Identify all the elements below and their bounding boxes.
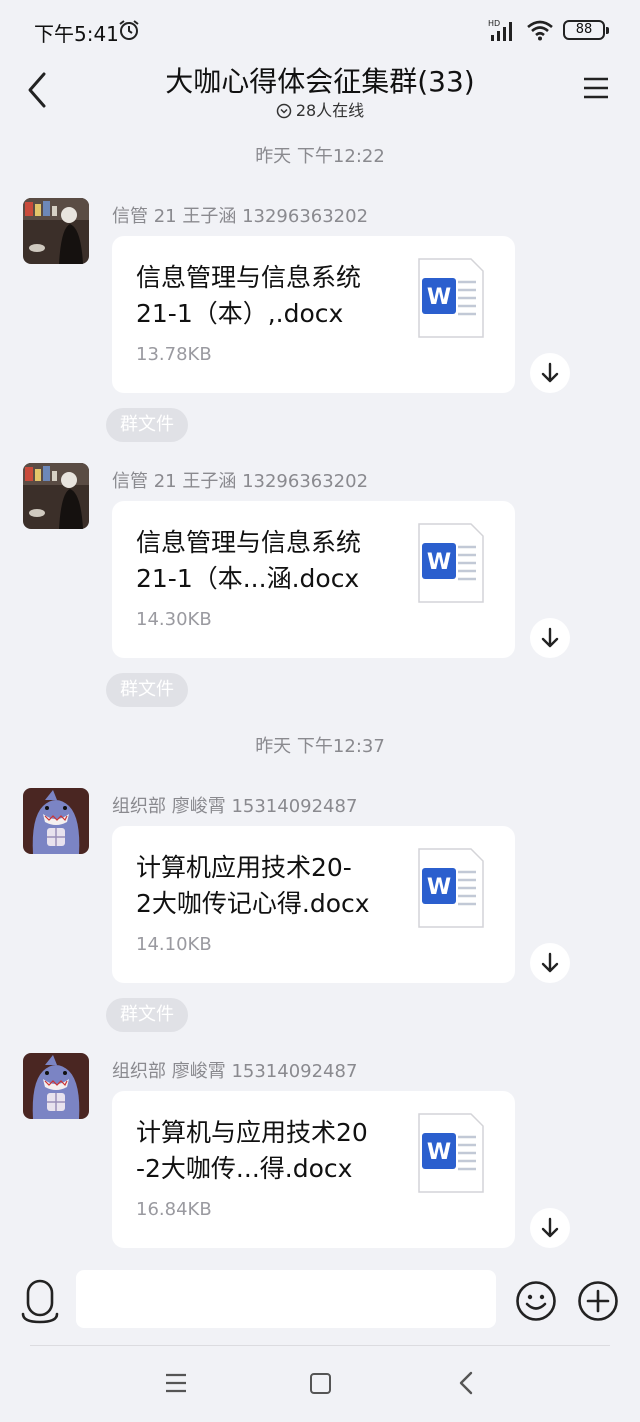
system-back-icon[interactable]: [456, 1371, 476, 1395]
chat-header: 大咖心得体会征集群(33) 28人在线: [0, 60, 640, 126]
avatar[interactable]: [23, 463, 89, 529]
file-name: 信息管理与信息系统 21-1（本...涵.docx: [136, 528, 362, 593]
avatar[interactable]: [23, 1053, 89, 1119]
svg-text:W: W: [427, 875, 451, 900]
file-card[interactable]: 信息管理与信息系统 21-1（本...涵.docx 14.30KB W: [112, 501, 515, 658]
status-bar: 下午5:41 HD 88: [0, 0, 640, 60]
file-size: 14.10KB: [136, 934, 212, 955]
message-input[interactable]: [76, 1270, 496, 1328]
time-divider: 昨天 下午12:22: [255, 146, 385, 167]
svg-text:W: W: [427, 550, 451, 575]
online-count-label: 28人在线: [295, 101, 365, 120]
time-divider: 昨天 下午12:37: [255, 736, 385, 757]
group-file-tag[interactable]: 群文件: [106, 673, 188, 707]
word-document-icon: W: [418, 1113, 484, 1193]
status-time: 下午5:41: [34, 22, 119, 46]
file-size: 13.78KB: [136, 344, 212, 365]
avatar[interactable]: [23, 788, 89, 854]
plus-icon[interactable]: [577, 1280, 619, 1322]
file-size: 14.30KB: [136, 609, 212, 630]
recent-apps-icon[interactable]: [164, 1372, 188, 1394]
online-count: 28人在线: [0, 97, 640, 121]
file-size: 16.84KB: [136, 1199, 212, 1220]
sender-name: 信管 21 王子涵 13296363202: [112, 206, 369, 227]
chevron-circle-icon: [276, 103, 292, 119]
file-name: 信息管理与信息系统 21-1（本）,.docx: [136, 263, 362, 328]
file-name: 计算机与应用技术20 -2大咖传...得.docx: [136, 1118, 368, 1183]
battery-indicator: 88: [563, 20, 609, 40]
cellular-signal-icon: HD: [488, 19, 512, 41]
file-card[interactable]: 计算机与应用技术20 -2大咖传...得.docx 16.84KB W: [112, 1091, 515, 1248]
file-card[interactable]: 信息管理与信息系统 21-1（本）,.docx 13.78KB W: [112, 236, 515, 393]
download-button[interactable]: [530, 943, 570, 983]
microphone-icon[interactable]: [20, 1278, 60, 1324]
download-button[interactable]: [530, 353, 570, 393]
word-document-icon: W: [418, 258, 484, 338]
group-file-tag[interactable]: 群文件: [106, 408, 188, 442]
word-document-icon: W: [418, 523, 484, 603]
word-document-icon: W: [418, 848, 484, 928]
download-arrow-icon: [541, 1217, 559, 1238]
emoji-icon[interactable]: [515, 1280, 557, 1322]
download-arrow-icon: [541, 952, 559, 973]
file-card[interactable]: 计算机应用技术20- 2大咖传记心得.docx 14.10KB W: [112, 826, 515, 983]
download-arrow-icon: [541, 627, 559, 648]
svg-text:W: W: [427, 285, 451, 310]
group-file-tag[interactable]: 群文件: [106, 998, 188, 1032]
sender-name: 信管 21 王子涵 13296363202: [112, 471, 369, 492]
download-arrow-icon: [541, 362, 559, 383]
network-label: HD: [488, 19, 500, 28]
alarm-clock-icon: [119, 20, 139, 40]
group-title[interactable]: 大咖心得体会征集群(33): [0, 60, 640, 100]
wifi-icon: [527, 20, 553, 41]
sender-name: 组织部 廖峻霄 15314092487: [112, 796, 358, 817]
avatar[interactable]: [23, 198, 89, 264]
download-button[interactable]: [530, 1208, 570, 1248]
download-button[interactable]: [530, 618, 570, 658]
menu-button[interactable]: [582, 74, 610, 102]
input-bar: [0, 1254, 640, 1346]
svg-text:W: W: [427, 1140, 451, 1165]
system-nav-bar: [0, 1346, 640, 1422]
file-name: 计算机应用技术20- 2大咖传记心得.docx: [136, 853, 370, 918]
home-button[interactable]: [310, 1373, 331, 1394]
sender-name: 组织部 廖峻霄 15314092487: [112, 1061, 358, 1082]
